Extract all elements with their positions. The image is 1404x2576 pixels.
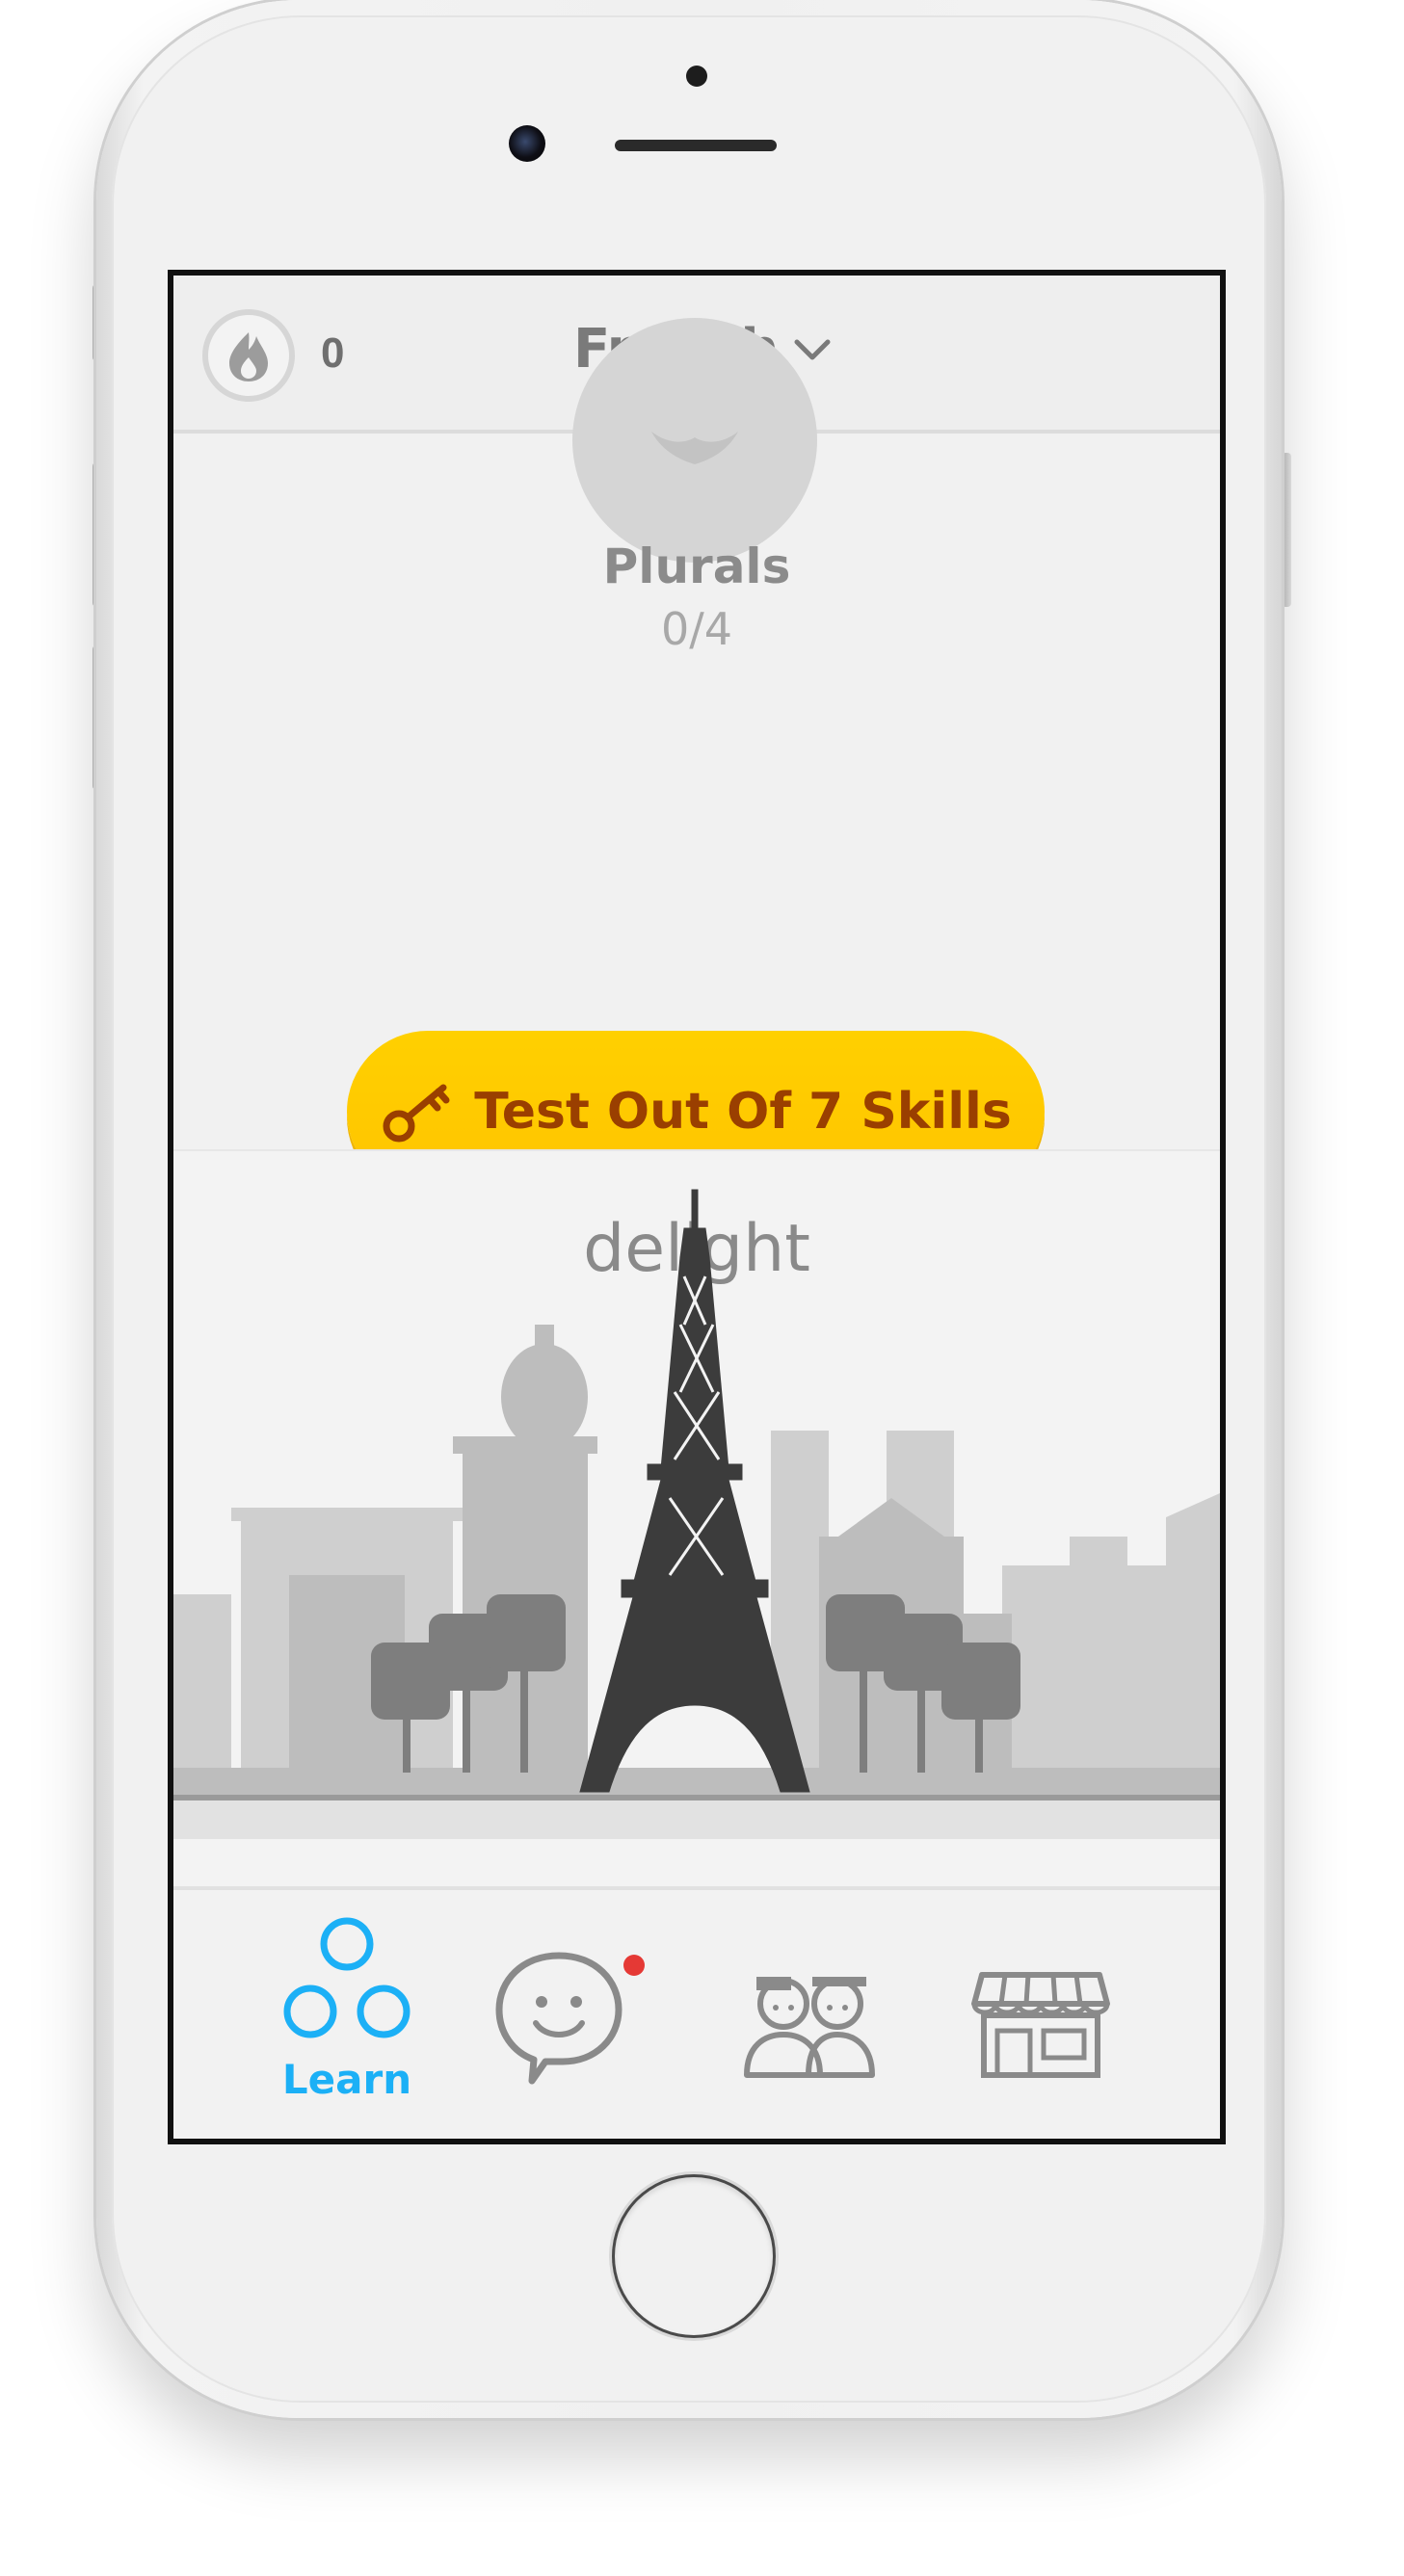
tab-discuss[interactable] xyxy=(463,1890,694,2139)
word-of-the-day: delight xyxy=(173,1149,1220,1888)
skill-name: Plurals xyxy=(602,539,791,594)
clubs-icon xyxy=(744,1977,875,2078)
streak-indicator[interactable] xyxy=(202,309,295,402)
power-button xyxy=(1282,453,1291,607)
tab-shop[interactable] xyxy=(925,1890,1156,2139)
key-icon xyxy=(383,1084,450,1143)
streak-count: 0 xyxy=(321,329,345,377)
owl-icon xyxy=(651,432,738,464)
skill-tree: Plurals 0/4 Test Out Of 7 Skills xyxy=(173,318,1220,1193)
paris-skyline-illustration xyxy=(173,1189,1220,1839)
tab-learn-label: Learn xyxy=(281,2056,412,2103)
test-out-label: Test Out Of 7 Skills xyxy=(474,1083,1012,1141)
flame-icon xyxy=(229,332,268,381)
skill-progress: 0/4 xyxy=(660,603,733,655)
shop-icon xyxy=(971,1972,1110,2078)
chat-icon xyxy=(495,1952,645,2085)
home-button[interactable] xyxy=(615,2177,773,2335)
bottom-tab-bar: Learn xyxy=(173,1886,1220,2139)
earpiece-speaker xyxy=(615,140,777,151)
proximity-sensor xyxy=(686,66,707,87)
front-camera xyxy=(509,125,545,162)
tab-learn[interactable]: Learn xyxy=(231,1890,463,2139)
learn-icon xyxy=(283,1917,411,2038)
tab-clubs[interactable] xyxy=(694,1890,925,2139)
skill-icon[interactable] xyxy=(572,318,817,563)
app-screen: 0 French Plurals 0/4 Test Out Of 7 Skill… xyxy=(168,270,1226,2144)
